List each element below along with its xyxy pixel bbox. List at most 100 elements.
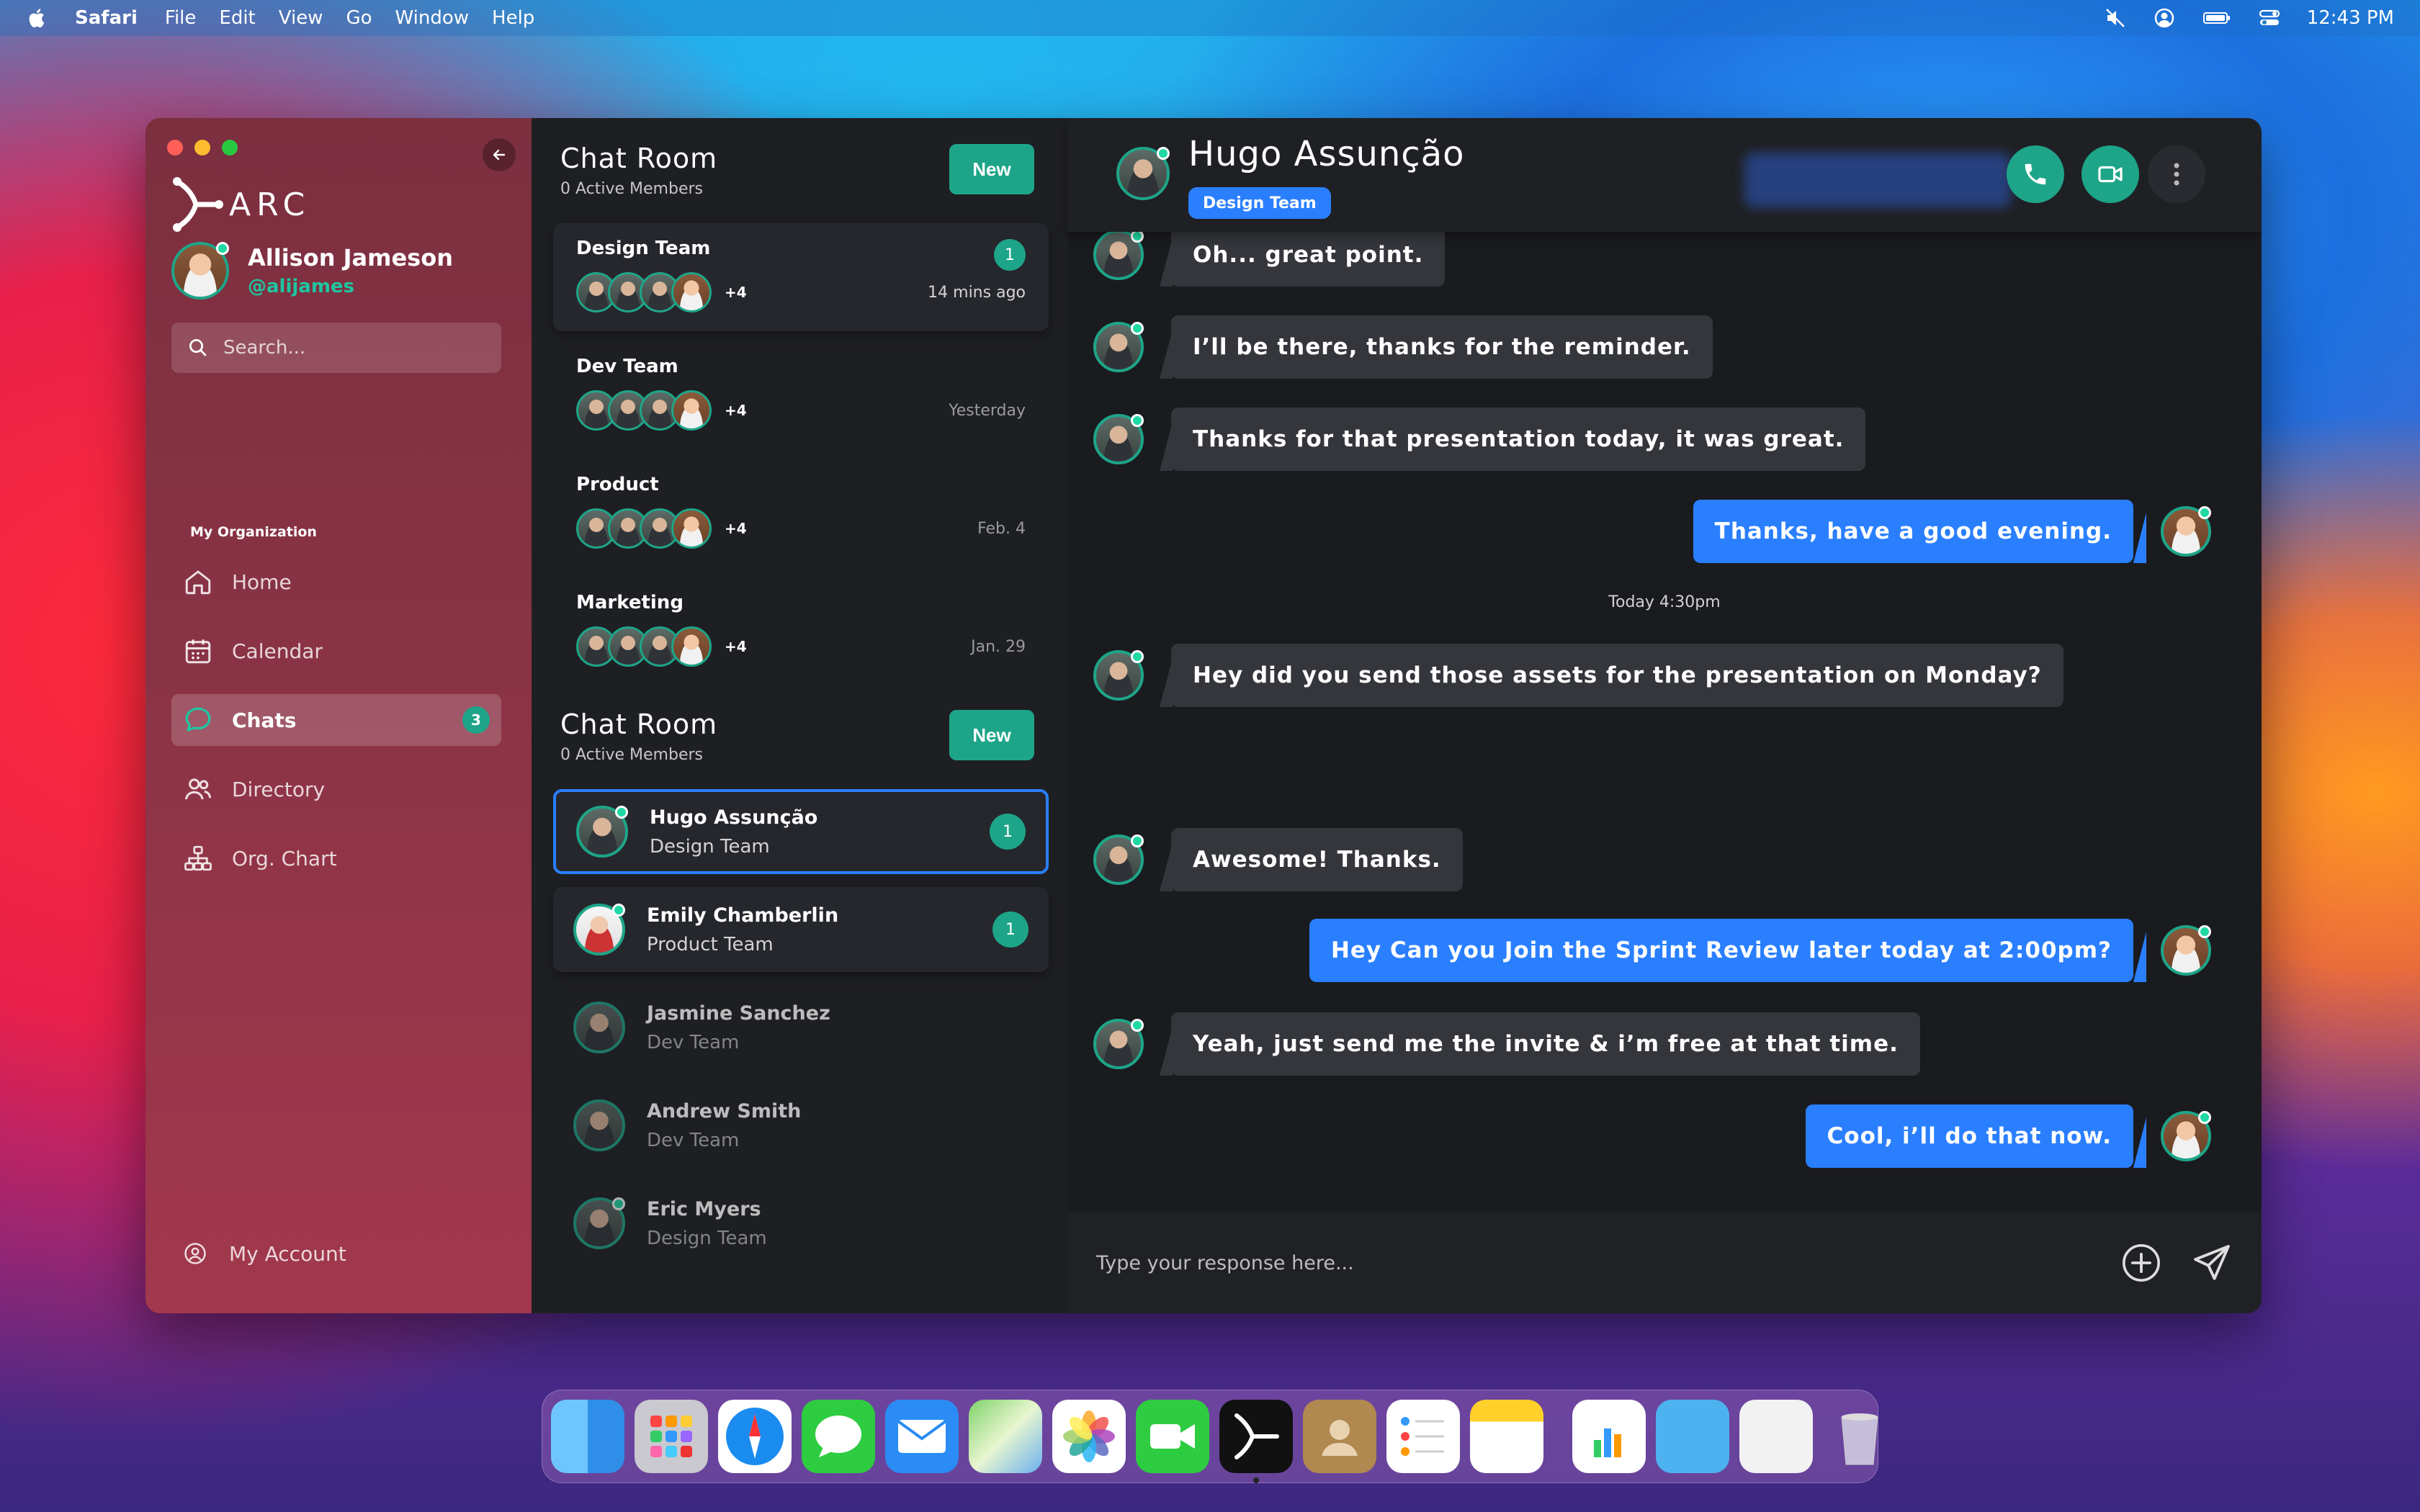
group-chat-dev-team[interactable]: Dev Team +4 Yesterday bbox=[553, 341, 1049, 449]
sidebar-search[interactable] bbox=[171, 323, 501, 373]
phone-icon bbox=[2025, 163, 2046, 185]
sender-avatar bbox=[1093, 834, 1144, 885]
notes-icon[interactable] bbox=[1470, 1400, 1543, 1473]
sender-avatar bbox=[1093, 650, 1144, 701]
arc-app-icon[interactable] bbox=[1219, 1400, 1293, 1483]
menu-edit[interactable]: Edit bbox=[219, 7, 255, 29]
safari-icon[interactable] bbox=[718, 1400, 792, 1473]
group-chat-product[interactable]: Product +4 Feb. 4 bbox=[553, 459, 1049, 567]
unread-badge: 1 bbox=[990, 814, 1026, 850]
send-icon[interactable] bbox=[2191, 1242, 2233, 1284]
arc-app-window: ARC Allison Jameson @alijames My Organiz… bbox=[145, 118, 2262, 1313]
trash-icon[interactable] bbox=[1823, 1400, 1896, 1473]
group-name: Dev Team bbox=[576, 356, 678, 377]
member-avatars bbox=[576, 390, 712, 431]
messages-icon[interactable] bbox=[802, 1400, 875, 1473]
menu-go[interactable]: Go bbox=[346, 7, 372, 29]
numbers-document-icon[interactable] bbox=[1572, 1400, 1646, 1473]
battery-icon[interactable] bbox=[2202, 6, 2232, 30]
more-options-button[interactable] bbox=[2148, 145, 2205, 203]
checklist-icon bbox=[1401, 1417, 1444, 1456]
png-file-icon[interactable] bbox=[1739, 1400, 1813, 1473]
contacts-icon[interactable] bbox=[1303, 1400, 1376, 1473]
reminders-icon[interactable] bbox=[1386, 1400, 1460, 1473]
dm-jasmine-sanchez[interactable]: Jasmine Sanchez Dev Team bbox=[553, 985, 1049, 1070]
voice-call-button[interactable] bbox=[2007, 145, 2064, 203]
menu-window[interactable]: Window bbox=[395, 7, 470, 29]
new-group-chat-button[interactable]: New bbox=[949, 144, 1034, 194]
new-direct-chat-button[interactable]: New bbox=[949, 710, 1034, 760]
running-indicator bbox=[1253, 1477, 1259, 1483]
menu-file[interactable]: File bbox=[165, 7, 197, 29]
user-circle-icon[interactable] bbox=[2153, 6, 2176, 30]
search-input[interactable] bbox=[223, 337, 483, 359]
sidebar-item-directory[interactable]: Directory bbox=[171, 763, 501, 815]
dm-andrew-smith[interactable]: Andrew Smith Dev Team bbox=[553, 1083, 1049, 1168]
mail-icon[interactable] bbox=[885, 1400, 959, 1473]
avatar bbox=[671, 626, 712, 667]
sidebar-item-chats[interactable]: Chats 3 bbox=[171, 694, 501, 746]
facetime-icon[interactable] bbox=[1136, 1400, 1209, 1473]
minimize-window-button[interactable] bbox=[194, 140, 210, 156]
video-camera-icon bbox=[1150, 1424, 1195, 1449]
message-incoming: I’ll be there, thanks for the reminder. bbox=[1093, 315, 1713, 379]
arc-logo: ARC bbox=[171, 176, 310, 233]
current-user[interactable]: Allison Jameson @alijames bbox=[171, 242, 453, 300]
finder-icon[interactable] bbox=[551, 1400, 624, 1473]
collapse-sidebar-button[interactable] bbox=[483, 138, 516, 171]
my-account-link[interactable]: My Account bbox=[183, 1241, 346, 1266]
speech-bubble-icon bbox=[815, 1416, 861, 1457]
group-chat-design-team[interactable]: Design Team +4 14 mins ago 1 bbox=[553, 223, 1049, 331]
mute-icon[interactable] bbox=[2104, 6, 2127, 30]
video-call-button[interactable] bbox=[2081, 145, 2139, 203]
menu-app-safari[interactable]: Safari bbox=[75, 7, 138, 29]
clock[interactable]: 12:43 PM bbox=[2307, 7, 2394, 29]
sidebar-item-home[interactable]: Home bbox=[171, 556, 501, 608]
message-outgoing: Cool, i’ll do that now. bbox=[1805, 1104, 2211, 1168]
last-message-time: 14 mins ago bbox=[928, 283, 1026, 302]
message-outgoing: Thanks, have a good evening. bbox=[1693, 500, 2211, 563]
menu-view[interactable]: View bbox=[279, 7, 323, 29]
group-chat-marketing[interactable]: Marketing +4 Jan. 29 bbox=[553, 577, 1049, 685]
member-avatars bbox=[576, 626, 712, 667]
dm-emily-chamberlin[interactable]: Emily Chamberlin Product Team 1 bbox=[553, 887, 1049, 972]
message-input[interactable] bbox=[1096, 1251, 2092, 1274]
online-indicator bbox=[612, 904, 625, 917]
avatar bbox=[573, 1099, 625, 1151]
control-center-icon[interactable] bbox=[2258, 6, 2281, 30]
sidebar-item-org-chart[interactable]: Org. Chart bbox=[171, 832, 501, 884]
message-incoming: Yeah, just send me the invite & i’m free… bbox=[1093, 1012, 1920, 1076]
sidebar-item-label: Org. Chart bbox=[232, 846, 337, 870]
maximize-window-button[interactable] bbox=[222, 140, 238, 156]
online-indicator bbox=[1131, 322, 1144, 335]
folder-icon[interactable] bbox=[1656, 1400, 1729, 1473]
sidebar-item-label: Chats bbox=[232, 708, 297, 732]
sidebar-item-calendar[interactable]: Calendar bbox=[171, 625, 501, 677]
contact-avatar[interactable] bbox=[1116, 147, 1170, 200]
message-timestamp: Today 4:30pm bbox=[1608, 593, 1721, 611]
dm-name: Jasmine Sanchez bbox=[647, 1002, 830, 1025]
maps-icon[interactable] bbox=[969, 1400, 1042, 1473]
avatar bbox=[573, 1002, 625, 1053]
chat-list: Chat Room 0 Active Members New Design Te… bbox=[532, 118, 1067, 1313]
sidebar-nav: Home Calendar Chats 3 Directory Org. Cha… bbox=[171, 556, 501, 901]
arrow-left-icon bbox=[493, 149, 506, 161]
photos-icon[interactable] bbox=[1052, 1400, 1126, 1473]
message-composer bbox=[1067, 1212, 2262, 1313]
sender-avatar bbox=[1093, 414, 1144, 464]
dm-hugo-assuncao[interactable]: Hugo Assunção Design Team 1 bbox=[553, 789, 1049, 874]
close-window-button[interactable] bbox=[167, 140, 183, 156]
message-incoming: Hey did you send those assets for the pr… bbox=[1093, 644, 2063, 707]
sender-avatar bbox=[1093, 322, 1144, 372]
dm-eric-myers[interactable]: Eric Myers Design Team bbox=[553, 1181, 1049, 1266]
message-bubble: Cool, i’ll do that now. bbox=[1805, 1104, 2133, 1168]
message-bubble: Thanks, have a good evening. bbox=[1693, 500, 2133, 563]
message-bubble: Hey Can you Join the Sprint Review later… bbox=[1309, 919, 2133, 982]
menu-bar: Safari File Edit View Go Window Help 12:… bbox=[0, 0, 2420, 36]
apple-logo-icon[interactable] bbox=[26, 7, 46, 29]
menu-help[interactable]: Help bbox=[492, 7, 534, 29]
launchpad-icon[interactable] bbox=[635, 1400, 708, 1473]
add-attachment-icon[interactable] bbox=[2120, 1242, 2162, 1284]
more-members-count: +4 bbox=[725, 284, 747, 301]
message-bubble: Awesome! Thanks. bbox=[1160, 828, 1463, 891]
